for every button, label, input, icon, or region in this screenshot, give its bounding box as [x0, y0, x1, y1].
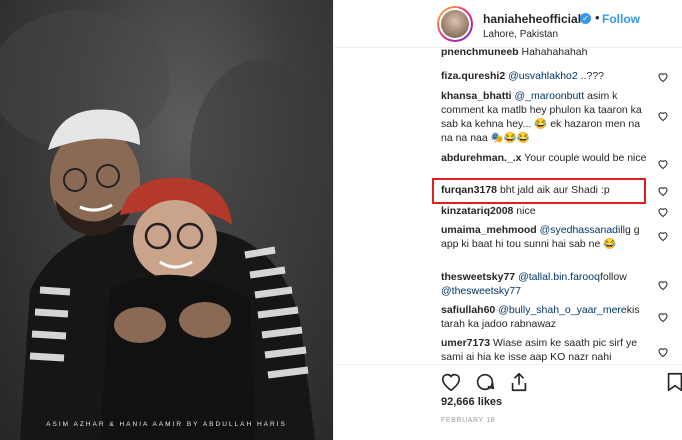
comment-user[interactable]: kinzatariq2008 [441, 205, 513, 217]
verified-icon: ✓ [580, 13, 591, 24]
heart-icon[interactable] [657, 346, 669, 358]
likes-count[interactable]: 92,666 likes [441, 396, 502, 408]
heart-icon[interactable] [657, 158, 669, 170]
comment-text: Hahahahahah [518, 48, 588, 58]
photo-illustration [0, 10, 330, 440]
comment-mention[interactable]: @bully_shah_o_yaar_mere [498, 304, 627, 316]
comment-item: umaima_mehmood @syedhassanadillg g app k… [441, 223, 649, 251]
heart-icon[interactable] [657, 279, 669, 291]
comment-item: khansa_bhatti @_maroonbutt asim k commen… [441, 89, 649, 145]
post-date[interactable]: FEBRUARY 18 [441, 417, 495, 424]
comment-mention[interactable]: @_maroonbutt [515, 90, 585, 102]
header-username[interactable]: haniaheheofficial [483, 12, 581, 26]
separator-dot: • [595, 10, 600, 25]
share-icon[interactable] [508, 371, 530, 393]
heart-icon[interactable] [657, 185, 669, 197]
heart-icon[interactable] [657, 71, 669, 83]
comment-item: abdurehman._.x Your couple would be nice [441, 151, 649, 165]
comment-text: ..??? [577, 70, 605, 82]
comment-item: umer7173 Wiase asim ke saath pic sirf ye… [441, 336, 649, 364]
bookmark-icon[interactable] [664, 371, 682, 393]
comment-user[interactable]: umaima_mehmood [441, 224, 537, 236]
post-header: haniaheheofficial ✓ • Follow Lahore, Pak… [334, 0, 682, 48]
heart-icon[interactable] [657, 311, 669, 323]
location-link[interactable]: Lahore, Pakistan [483, 29, 558, 40]
comment-item: thesweetsky77 @tallal.bin.farooqfollow @… [441, 270, 649, 298]
comment-item: safiullah60 @bully_shah_o_yaar_merekis t… [441, 303, 649, 331]
comment-icon[interactable] [474, 371, 496, 393]
comment-mention[interactable]: @thesweetsky77 [441, 285, 521, 297]
heart-icon[interactable] [440, 371, 462, 393]
photo-caption: ASIM AZHAR & HANIA AAMIR BY ABDULLAH HAR… [46, 421, 287, 428]
highlight-box [432, 178, 646, 204]
comment-user[interactable]: thesweetsky77 [441, 271, 515, 283]
comment-item: fiza.qureshi2 @usvahlakho2 ..??? [441, 69, 649, 83]
post-sidebar: haniaheheofficial ✓ • Follow Lahore, Pak… [333, 0, 682, 440]
comment-text: follow [599, 271, 627, 283]
post-photo: ASIM AZHAR & HANIA AAMIR BY ABDULLAH HAR… [0, 0, 333, 440]
comment-user[interactable]: abdurehman._.x [441, 152, 522, 164]
comment-item: kinzatariq2008 nice [441, 204, 649, 218]
comment-text: Your couple would be nice [521, 152, 647, 164]
heart-icon[interactable] [657, 206, 669, 218]
comment-user[interactable]: pnenchmuneeb [441, 48, 519, 58]
comment-mention[interactable]: @usvahlakho2 [508, 70, 578, 82]
comment-user[interactable]: khansa_bhatti [441, 90, 512, 102]
comment-item: pnenchmuneeb Hahahahahah [441, 48, 649, 59]
comment-user[interactable]: umer7173 [441, 337, 490, 349]
comment-mention[interactable]: @tallal.bin.farooq [518, 271, 600, 283]
heart-icon[interactable] [657, 110, 669, 122]
heart-icon[interactable] [657, 230, 669, 242]
comment-user[interactable]: fiza.qureshi2 [441, 70, 505, 82]
comments-list[interactable]: pnenchmuneeb Hahahahahah fiza.qureshi2 @… [334, 48, 682, 364]
comment-user[interactable]: safiullah60 [441, 304, 495, 316]
comment-text: nice [513, 205, 536, 217]
avatar[interactable] [437, 6, 473, 42]
follow-button[interactable]: Follow [602, 12, 640, 26]
post-actions: 92,666 likes FEBRUARY 18 [334, 364, 682, 440]
comment-mention[interactable]: @syedhassanadill [540, 224, 625, 236]
